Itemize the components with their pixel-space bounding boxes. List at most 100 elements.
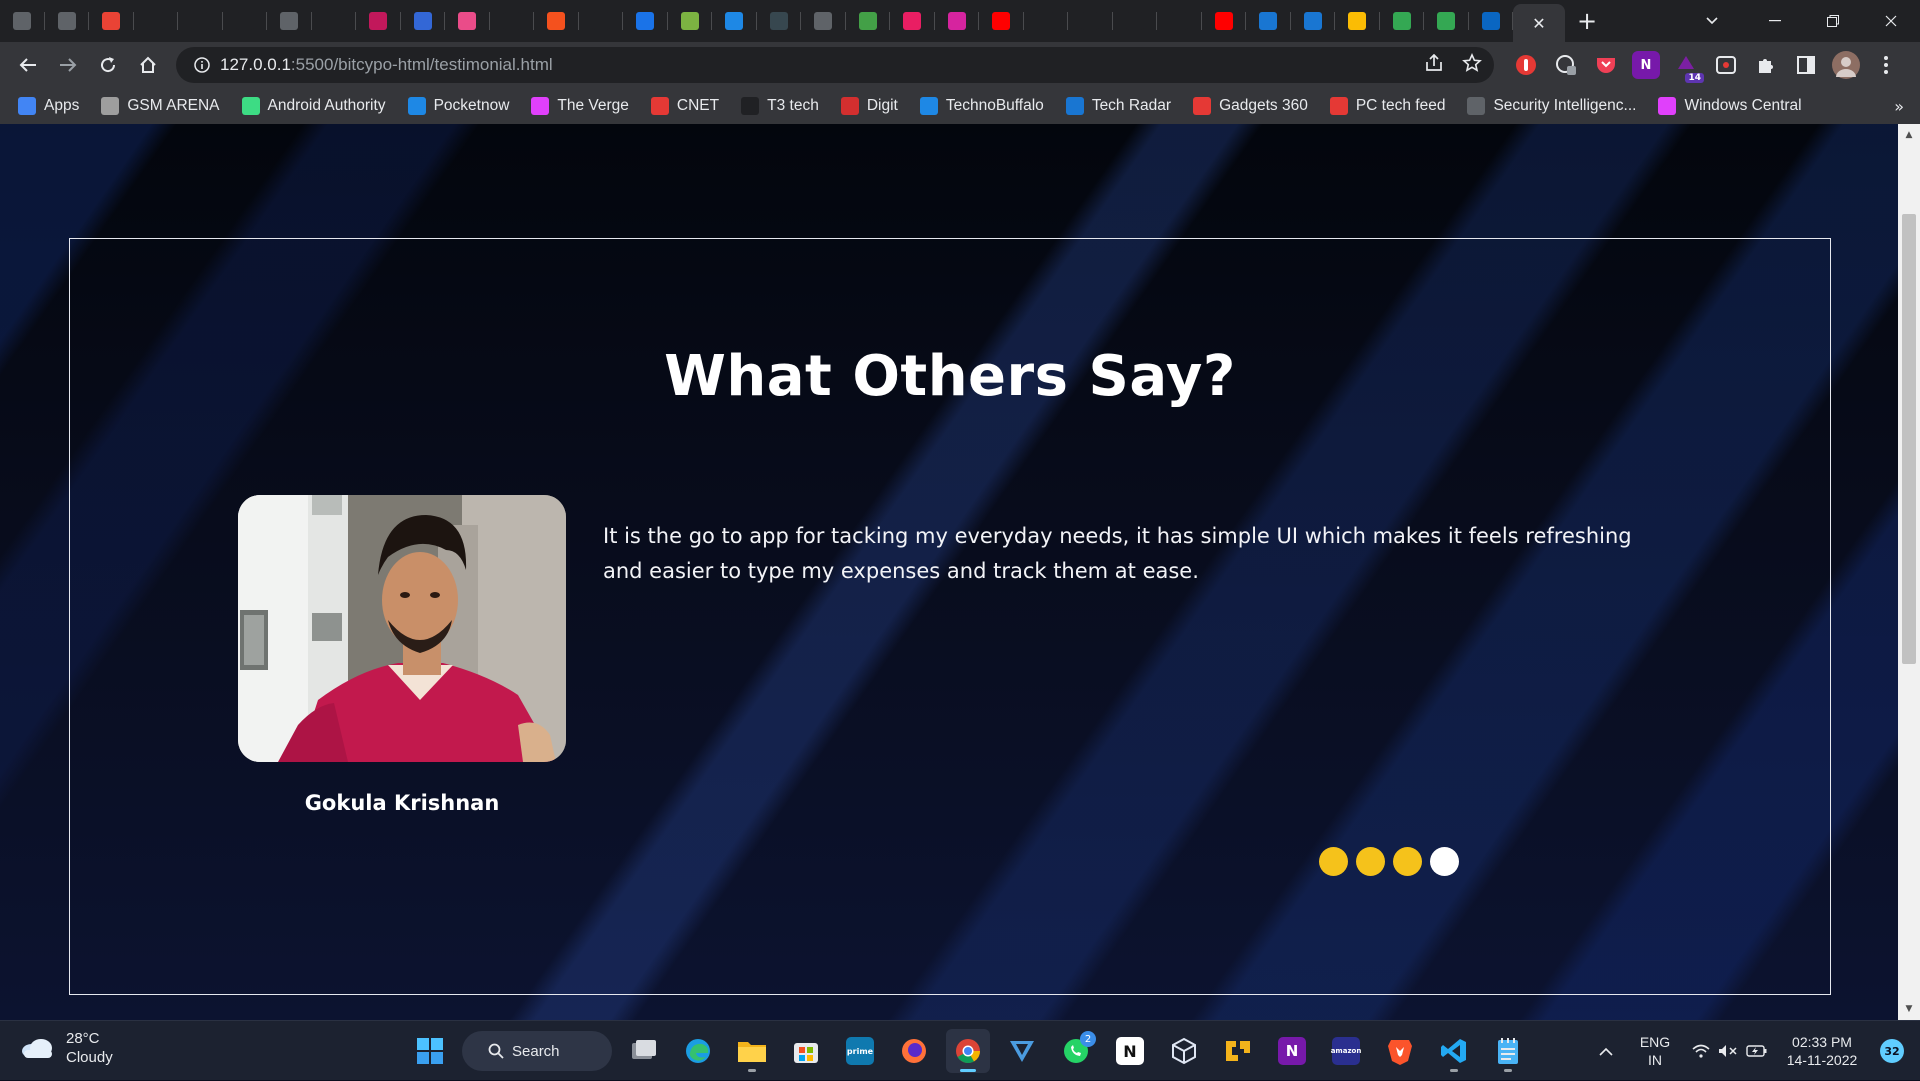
active-browser-tab[interactable]: ✕ (1513, 4, 1565, 42)
notepad-icon[interactable] (1486, 1029, 1530, 1073)
side-panel-icon[interactable] (1792, 51, 1820, 79)
calendar-extension-icon[interactable]: 14 (1672, 51, 1704, 83)
close-window-icon[interactable] (1862, 0, 1920, 42)
bookmark-item[interactable]: Android Authority (241, 97, 386, 115)
notion-icon[interactable]: N (1108, 1029, 1152, 1073)
bookmark-star-icon[interactable] (1462, 52, 1482, 78)
browser-tab[interactable] (534, 0, 579, 42)
scroll-down-arrow-icon[interactable]: ▼ (1898, 1000, 1920, 1018)
onenote-icon[interactable]: N (1270, 1029, 1314, 1073)
screenshot-extension-icon[interactable] (1712, 51, 1740, 79)
browser-tab[interactable] (1246, 0, 1291, 42)
site-info-icon[interactable] (184, 57, 220, 73)
pocket-extension-icon[interactable] (1592, 51, 1620, 79)
new-tab-button[interactable]: + (1565, 0, 1609, 42)
browser-tab[interactable] (757, 0, 802, 42)
browser-tab[interactable] (490, 0, 535, 42)
bookmark-item[interactable]: CNET (650, 97, 719, 115)
bookmark-item[interactable]: Pocketnow (407, 97, 509, 115)
whatsapp-icon[interactable]: 2 (1054, 1029, 1098, 1073)
chrome-icon[interactable] (946, 1029, 990, 1073)
bookmark-item[interactable]: Security Intelligenc... (1467, 97, 1636, 115)
slider-dot[interactable] (1319, 847, 1348, 876)
network-tool-icon[interactable] (1216, 1029, 1260, 1073)
close-tab-icon[interactable]: ✕ (1532, 14, 1545, 33)
forward-icon[interactable] (48, 45, 88, 85)
browser-tab[interactable] (178, 0, 223, 42)
share-icon[interactable] (1424, 53, 1444, 77)
taskbar-search[interactable]: Search (462, 1031, 612, 1071)
adblock-extension-icon[interactable] (1512, 51, 1540, 79)
tab-search-chevron-icon[interactable] (1690, 0, 1734, 42)
browser-tab[interactable] (1469, 0, 1514, 42)
browser-tab[interactable] (134, 0, 179, 42)
page-scrollbar[interactable]: ▲ ▼ (1898, 124, 1920, 1020)
browser-tab[interactable] (1424, 0, 1469, 42)
browser-tab[interactable] (935, 0, 980, 42)
bookmark-item[interactable]: Tech Radar (1065, 97, 1171, 115)
brave-icon[interactable] (1378, 1029, 1422, 1073)
restore-icon[interactable] (1804, 0, 1862, 42)
browser-tab[interactable] (1068, 0, 1113, 42)
bookmarks-overflow-button[interactable]: » (1894, 88, 1904, 124)
windows-start-icon[interactable] (408, 1029, 452, 1073)
bookmark-item[interactable]: The Verge (531, 97, 629, 115)
browser-tab[interactable] (1024, 0, 1069, 42)
browser-tab[interactable] (223, 0, 268, 42)
browser-tab[interactable] (846, 0, 891, 42)
bookmark-item[interactable]: PC tech feed (1329, 97, 1445, 115)
browser-tab[interactable] (267, 0, 312, 42)
browser-tab[interactable] (801, 0, 846, 42)
prime-video-icon[interactable]: prime (838, 1029, 882, 1073)
bookmark-item[interactable]: Apps (18, 97, 79, 115)
show-hidden-icons-chevron-icon[interactable] (1586, 1047, 1626, 1056)
browser-tab[interactable] (668, 0, 713, 42)
browser-tab[interactable] (1113, 0, 1158, 42)
onenote-extension-icon[interactable]: N (1632, 51, 1660, 79)
reload-icon[interactable] (88, 45, 128, 85)
browser-tab[interactable] (1202, 0, 1247, 42)
slider-dot[interactable] (1356, 847, 1385, 876)
back-icon[interactable] (8, 45, 48, 85)
scrollbar-thumb[interactable] (1902, 214, 1916, 664)
address-bar[interactable]: 127.0.0.1:5500/bitcypo-html/testimonial.… (176, 47, 1494, 83)
edge-icon[interactable] (676, 1029, 720, 1073)
scroll-up-arrow-icon[interactable]: ▲ (1898, 126, 1920, 144)
browser-tab[interactable] (579, 0, 624, 42)
bookmark-item[interactable]: Gadgets 360 (1193, 97, 1308, 115)
task-view-icon[interactable] (622, 1029, 666, 1073)
file-explorer-icon[interactable] (730, 1029, 774, 1073)
browser-tab[interactable] (1335, 0, 1380, 42)
profile-avatar[interactable] (1832, 51, 1860, 79)
browser-tab[interactable] (890, 0, 935, 42)
vpn-icon[interactable] (1000, 1029, 1044, 1073)
puzzle-extensions-icon[interactable] (1752, 51, 1780, 79)
browser-tab[interactable] (356, 0, 401, 42)
bookmark-item[interactable]: Windows Central (1658, 97, 1802, 115)
browser-tab[interactable] (45, 0, 90, 42)
language-indicator[interactable]: ENG IN (1626, 1033, 1684, 1069)
browser-tab[interactable] (1291, 0, 1336, 42)
minimize-icon[interactable] (1746, 0, 1804, 42)
microsoft-store-icon[interactable] (784, 1029, 828, 1073)
browser-tab[interactable] (0, 0, 45, 42)
color-picker-extension-icon[interactable] (1552, 51, 1580, 79)
browser-tab[interactable] (1157, 0, 1202, 42)
bookmark-item[interactable]: GSM ARENA (101, 97, 220, 115)
bookmark-item[interactable]: TechnoBuffalo (919, 97, 1044, 115)
slider-dot[interactable] (1393, 847, 1422, 876)
browser-tab[interactable] (712, 0, 757, 42)
browser-menu-icon[interactable] (1872, 51, 1900, 79)
browser-tab[interactable] (979, 0, 1024, 42)
bookmark-item[interactable]: Digit (840, 97, 898, 115)
browser-tab[interactable] (1380, 0, 1425, 42)
browser-tab[interactable] (401, 0, 446, 42)
quick-settings[interactable] (1684, 1044, 1776, 1058)
browser-tab[interactable] (89, 0, 134, 42)
weather-widget[interactable]: 28°C Cloudy (20, 1029, 113, 1067)
virtualbox-icon[interactable] (1162, 1029, 1206, 1073)
clock[interactable]: 02:33 PM 14-11-2022 (1776, 1033, 1868, 1069)
firefox-icon[interactable] (892, 1029, 936, 1073)
bookmark-item[interactable]: T3 tech (741, 97, 819, 115)
vscode-icon[interactable] (1432, 1029, 1476, 1073)
